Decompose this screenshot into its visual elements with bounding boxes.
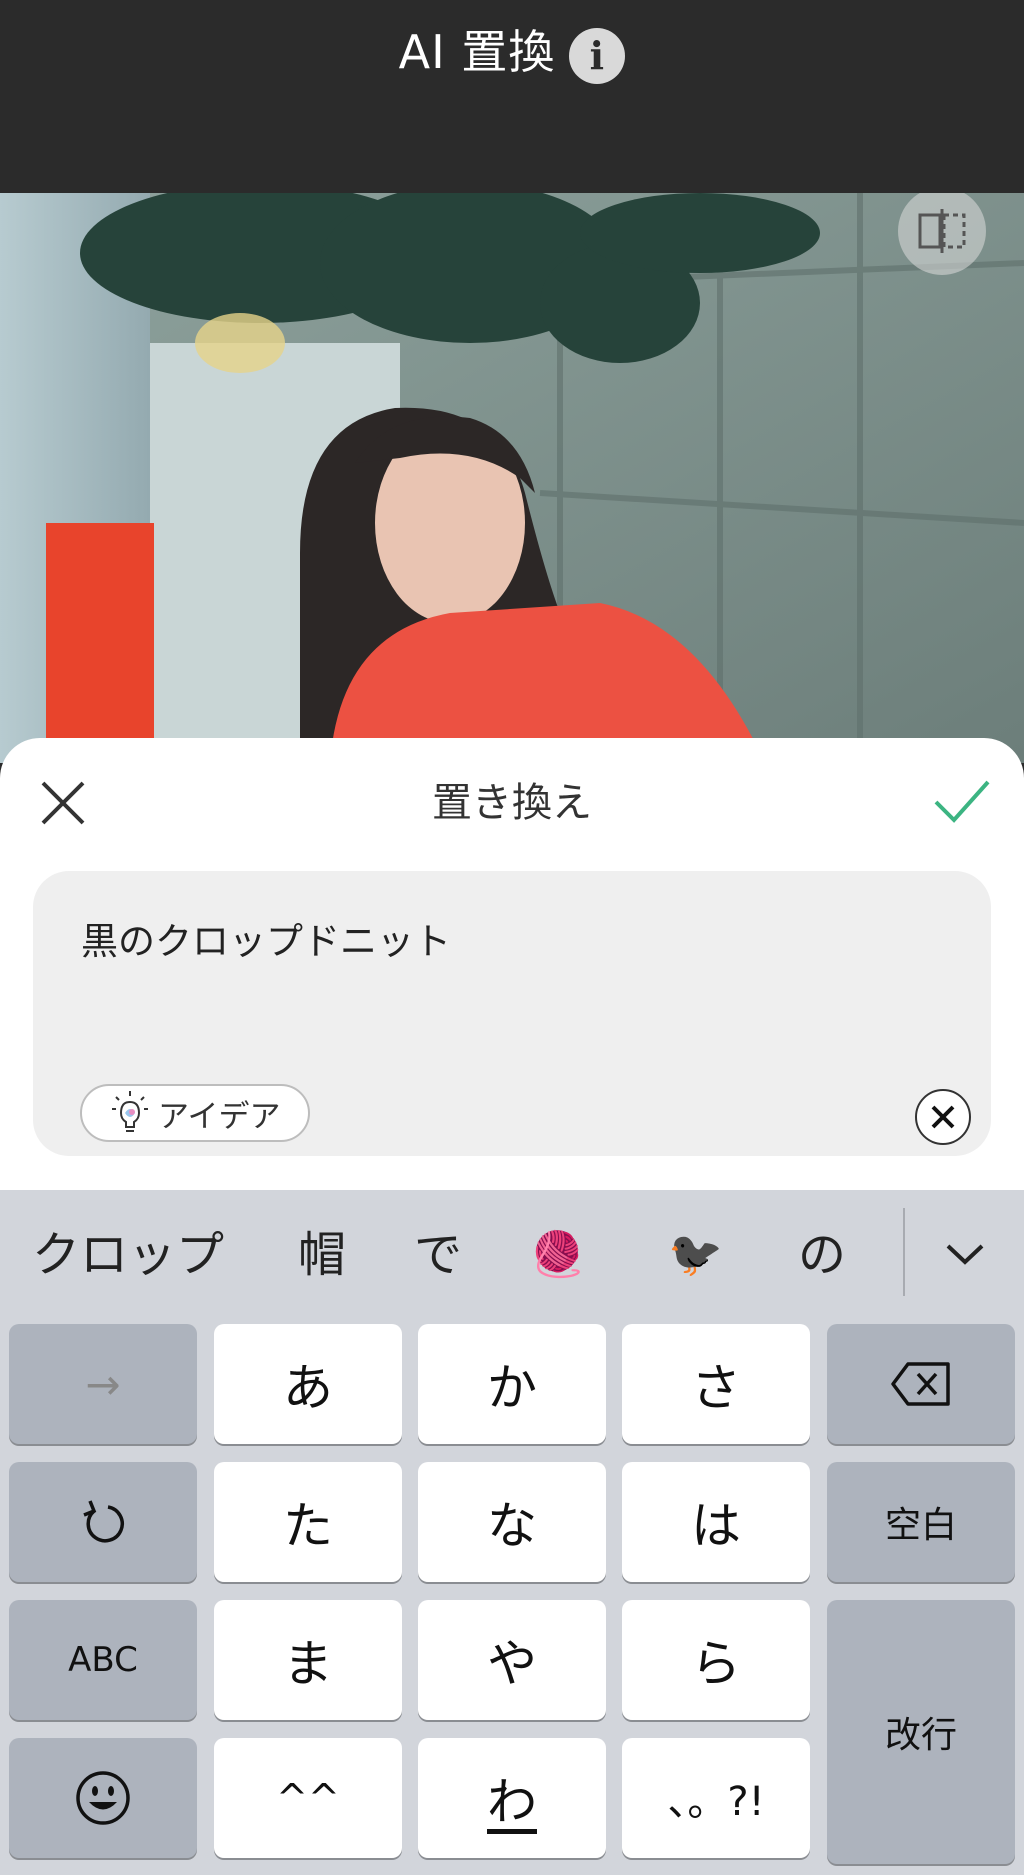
key-label: あ bbox=[283, 1359, 333, 1417]
key-a[interactable]: あ bbox=[214, 1324, 402, 1444]
backspace-icon bbox=[891, 1362, 950, 1406]
suggestion-item[interactable]: で bbox=[414, 1222, 462, 1288]
sheet-title: 置き換え bbox=[432, 780, 592, 826]
clear-button[interactable] bbox=[915, 1089, 971, 1145]
key-label: や bbox=[487, 1635, 537, 1693]
key-label: ら bbox=[691, 1635, 741, 1693]
idea-button[interactable]: アイデア bbox=[80, 1084, 311, 1142]
suggestion-item[interactable]: 帽 bbox=[298, 1222, 346, 1288]
key-label: な bbox=[487, 1497, 537, 1555]
suggestion-item[interactable]: 🧶 bbox=[530, 1222, 585, 1288]
key-na[interactable]: な bbox=[418, 1462, 606, 1582]
page-title-text: AI 置換 bbox=[398, 25, 556, 79]
key-return[interactable]: 改行 bbox=[827, 1600, 1015, 1864]
idea-button-label: アイデア bbox=[158, 1098, 281, 1135]
key-label: 空白 bbox=[884, 1505, 957, 1546]
key-label: さ bbox=[691, 1359, 741, 1417]
key-label: ^^ bbox=[276, 1776, 340, 1820]
replace-sheet: 置き換え 黒のクロップドニット アイデア bbox=[0, 738, 1024, 1190]
chevron-down-icon[interactable] bbox=[940, 1230, 990, 1280]
key-ka[interactable]: か bbox=[418, 1324, 606, 1444]
check-icon[interactable] bbox=[932, 776, 992, 826]
photo-preview bbox=[0, 193, 1024, 763]
compare-icon bbox=[918, 209, 966, 253]
key-label: ま bbox=[283, 1635, 333, 1693]
suggestion-item[interactable]: クロップ bbox=[32, 1222, 224, 1288]
keyboard: クロップ 帽 で 🧶 🐦‍⬛ の → あ か さ た な は 空白 ABC ま … bbox=[0, 1190, 1024, 1875]
key-emoji[interactable] bbox=[9, 1738, 197, 1858]
key-ma[interactable]: ま bbox=[214, 1600, 402, 1720]
key-ta[interactable]: た bbox=[214, 1462, 402, 1582]
key-kaomoji[interactable]: ^^ bbox=[214, 1738, 402, 1858]
key-abc[interactable]: ABC bbox=[9, 1600, 197, 1720]
photo-image bbox=[0, 193, 1024, 763]
suggestion-divider bbox=[903, 1208, 905, 1296]
suggestion-bar: クロップ 帽 で 🧶 🐦‍⬛ の bbox=[0, 1190, 1024, 1320]
info-icon[interactable]: i bbox=[569, 27, 626, 84]
clear-icon bbox=[931, 1105, 955, 1129]
page-title: AI 置換 i bbox=[0, 22, 1024, 84]
key-undo[interactable] bbox=[9, 1462, 197, 1582]
suggestion-item[interactable]: 🐦‍⬛ bbox=[668, 1222, 723, 1288]
key-wa[interactable]: わ bbox=[418, 1738, 606, 1858]
prompt-input[interactable]: 黒のクロップドニット アイデア bbox=[33, 871, 991, 1156]
suggestion-item[interactable]: の bbox=[798, 1222, 846, 1288]
key-sa[interactable]: さ bbox=[622, 1324, 810, 1444]
key-label: た bbox=[283, 1497, 333, 1555]
top-bar: AI 置換 i bbox=[0, 0, 1024, 193]
key-next[interactable]: → bbox=[9, 1324, 197, 1444]
key-ra[interactable]: ら bbox=[622, 1600, 810, 1720]
emoji-icon bbox=[76, 1771, 130, 1825]
key-ya[interactable]: や bbox=[418, 1600, 606, 1720]
key-ha[interactable]: は bbox=[622, 1462, 810, 1582]
undo-icon bbox=[83, 1500, 124, 1543]
key-delete[interactable] bbox=[827, 1324, 1015, 1444]
key-label: ABC bbox=[68, 1640, 138, 1680]
key-label: わ bbox=[487, 1773, 537, 1831]
key-label: は bbox=[691, 1497, 741, 1555]
key-label: 、。?! bbox=[667, 1779, 765, 1825]
key-space[interactable]: 空白 bbox=[827, 1462, 1015, 1582]
key-punctuation[interactable]: 、。?! bbox=[622, 1738, 810, 1858]
lightbulb-icon bbox=[112, 1091, 148, 1132]
prompt-text[interactable]: 黒のクロップドニット bbox=[81, 911, 451, 965]
arrow-right-icon: → bbox=[85, 1359, 121, 1409]
key-label: か bbox=[487, 1359, 537, 1417]
key-label: 改行 bbox=[884, 1715, 957, 1756]
